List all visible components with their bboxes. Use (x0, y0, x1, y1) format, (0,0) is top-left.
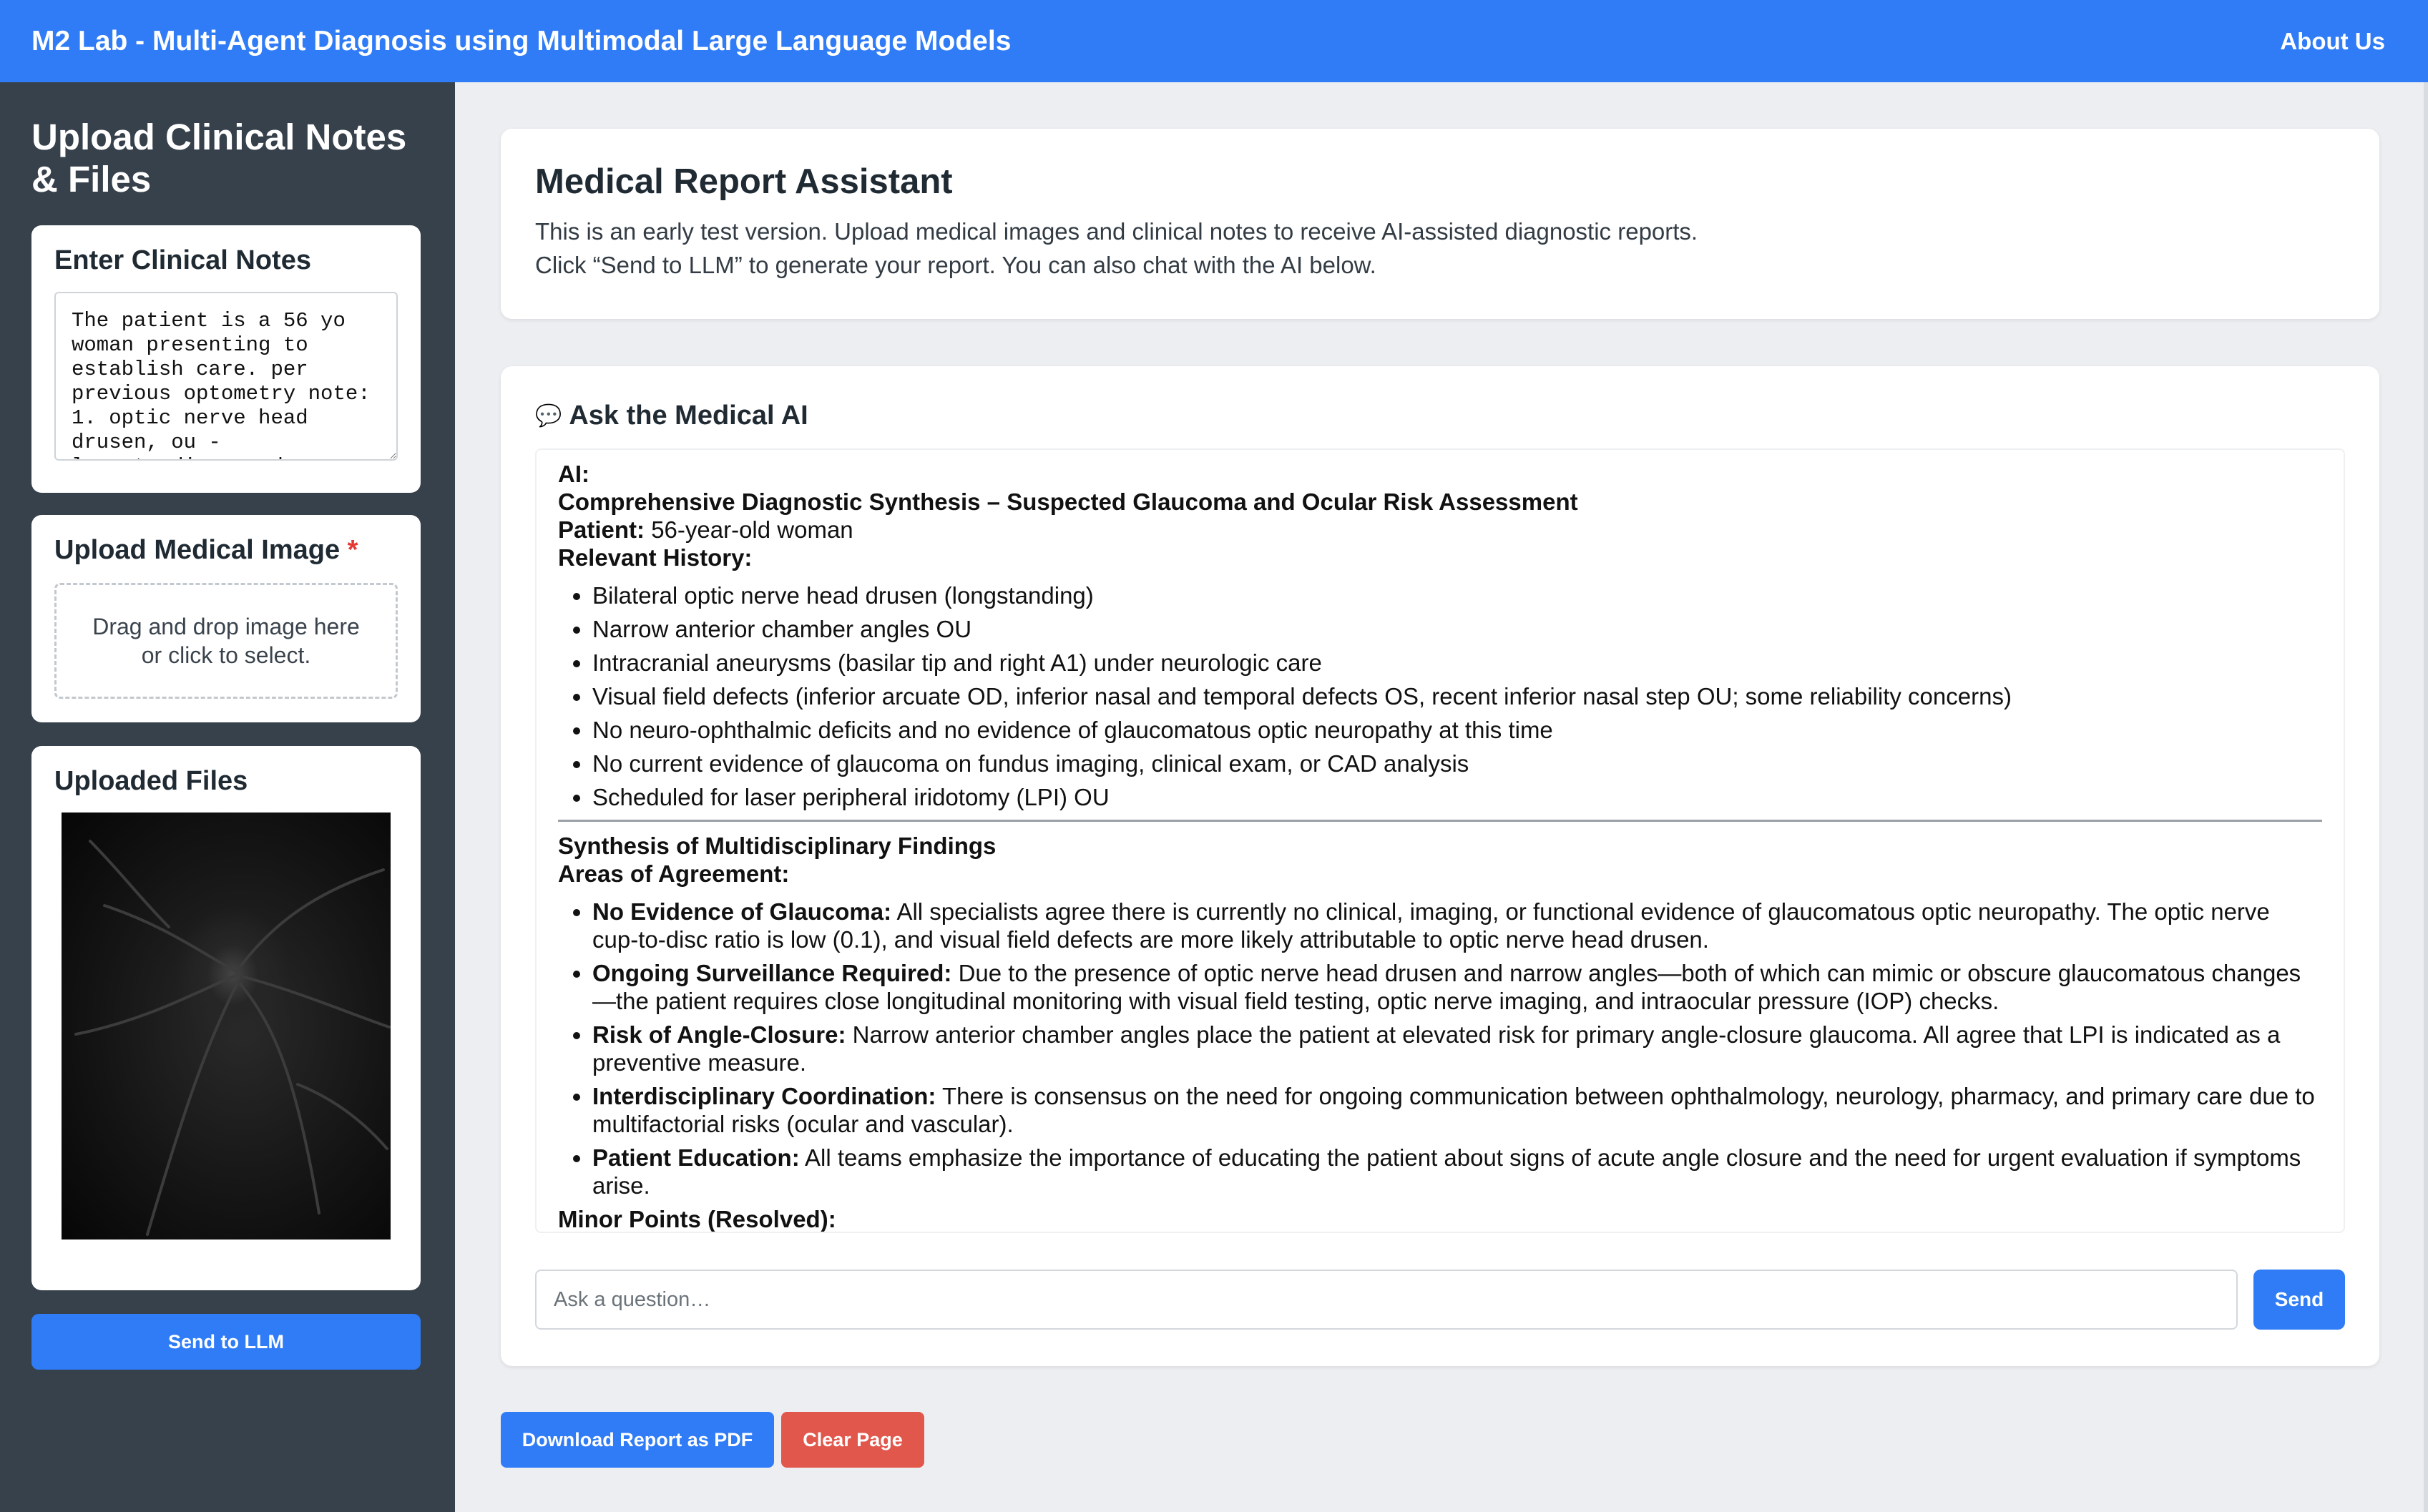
page-scrollbar[interactable] (2424, 82, 2428, 1512)
top-bar: M2 Lab - Multi-Agent Diagnosis using Mul… (0, 0, 2428, 82)
chat-question-input[interactable] (535, 1270, 2238, 1330)
agreement-term: Risk of Angle-Closure: (592, 1021, 846, 1048)
synthesis-title: Synthesis of Multidisciplinary Findings (558, 833, 997, 859)
uploaded-files-heading: Uploaded Files (54, 766, 248, 796)
agreement-term: No Evidence of Glaucoma: (592, 898, 892, 925)
page-title: Medical Report Assistant (535, 162, 953, 201)
agreement-text: All teams emphasize the importance of ed… (592, 1144, 2301, 1199)
required-asterisk: * (347, 535, 358, 565)
agreement-item: Patient Education: All teams emphasize t… (592, 1144, 2322, 1199)
chat-input-row: Send (535, 1270, 2345, 1330)
section-divider (558, 820, 2322, 822)
patient-value: 56-year-old woman (651, 516, 853, 543)
clinical-notes-textarea[interactable]: The patient is a 56 yo woman presenting … (54, 292, 398, 461)
retinal-vessels-graphic (74, 840, 391, 1236)
download-pdf-button[interactable]: Download Report as PDF (501, 1412, 774, 1468)
minor-points-label: Minor Points (Resolved): (558, 1206, 836, 1232)
history-item: Narrow anterior chamber angles OU (592, 615, 2322, 643)
clinical-notes-heading: Enter Clinical Notes (54, 245, 311, 275)
intro-line-1: This is an early test version. Upload me… (535, 218, 1698, 245)
clinical-notes-card: Enter Clinical Notes The patient is a 56… (31, 225, 421, 493)
agreement-term: Ongoing Surveillance Required: (592, 960, 952, 986)
patient-line: Patient: 56-year-old woman (558, 516, 2322, 544)
chat-send-button[interactable]: Send (2253, 1270, 2345, 1330)
agreement-term: Patient Education: (592, 1144, 800, 1171)
agreement-list: No Evidence of Glaucoma: All specialists… (558, 898, 2322, 1199)
report-title: Comprehensive Diagnostic Synthesis – Sus… (558, 489, 1578, 515)
agreement-text: Narrow anterior chamber angles place the… (592, 1021, 2281, 1076)
about-us-link[interactable]: About Us (2280, 28, 2385, 55)
agreement-item: Interdisciplinary Coordination: There is… (592, 1082, 2322, 1138)
upload-image-heading-text: Upload Medical Image (54, 535, 341, 565)
sidebar-title: Upload Clinical Notes & Files (31, 117, 407, 200)
clear-page-button[interactable]: Clear Page (781, 1412, 924, 1468)
send-to-llm-button[interactable]: Send to LLM (31, 1314, 421, 1370)
speech-bubble-icon: 💬 (535, 404, 562, 428)
sidebar: Upload Clinical Notes & Files Enter Clin… (0, 82, 455, 1512)
history-item: Visual field defects (inferior arcuate O… (592, 682, 2322, 710)
agreement-item: No Evidence of Glaucoma: All specialists… (592, 898, 2322, 953)
ai-label: AI: (558, 461, 589, 487)
agreement-term: Interdisciplinary Coordination: (592, 1083, 936, 1109)
history-item: No neuro-ophthalmic deficits and no evid… (592, 716, 2322, 744)
image-dropzone[interactable]: Drag and drop image here or click to sel… (54, 583, 398, 699)
history-item: Intracranial aneurysms (basilar tip and … (592, 649, 2322, 677)
upload-image-card: Upload Medical Image * Drag and drop ima… (31, 515, 421, 722)
upload-image-heading: Upload Medical Image * (54, 535, 398, 566)
chat-card: 💬 Ask the Medical AI AI: Comprehensive D… (501, 366, 2379, 1366)
history-label: Relevant History: (558, 544, 753, 571)
history-item: No current evidence of glaucoma on fundu… (592, 750, 2322, 777)
intro-line-2: Click “Send to LLM” to generate your rep… (535, 252, 1376, 278)
agreement-item: Ongoing Surveillance Required: Due to th… (592, 959, 2322, 1015)
chat-heading: 💬 Ask the Medical AI (535, 401, 2345, 431)
chat-title: Ask the Medical AI (569, 401, 808, 431)
fundus-image-thumbnail[interactable] (62, 813, 391, 1239)
history-item: Scheduled for laser peripheral iridotomy… (592, 783, 2322, 811)
app-title: M2 Lab - Multi-Agent Diagnosis using Mul… (31, 25, 1012, 57)
patient-label: Patient: (558, 516, 645, 543)
agreement-label: Areas of Agreement: (558, 860, 790, 887)
uploaded-files-card: Uploaded Files (31, 746, 421, 1290)
intro-card: Medical Report Assistant This is an earl… (501, 129, 2379, 319)
agreement-item: Risk of Angle-Closure: Narrow anterior c… (592, 1021, 2322, 1076)
history-list: Bilateral optic nerve head drusen (longs… (558, 581, 2322, 811)
history-item: Bilateral optic nerve head drusen (longs… (592, 581, 2322, 609)
chat-log[interactable]: AI: Comprehensive Diagnostic Synthesis –… (535, 448, 2345, 1233)
